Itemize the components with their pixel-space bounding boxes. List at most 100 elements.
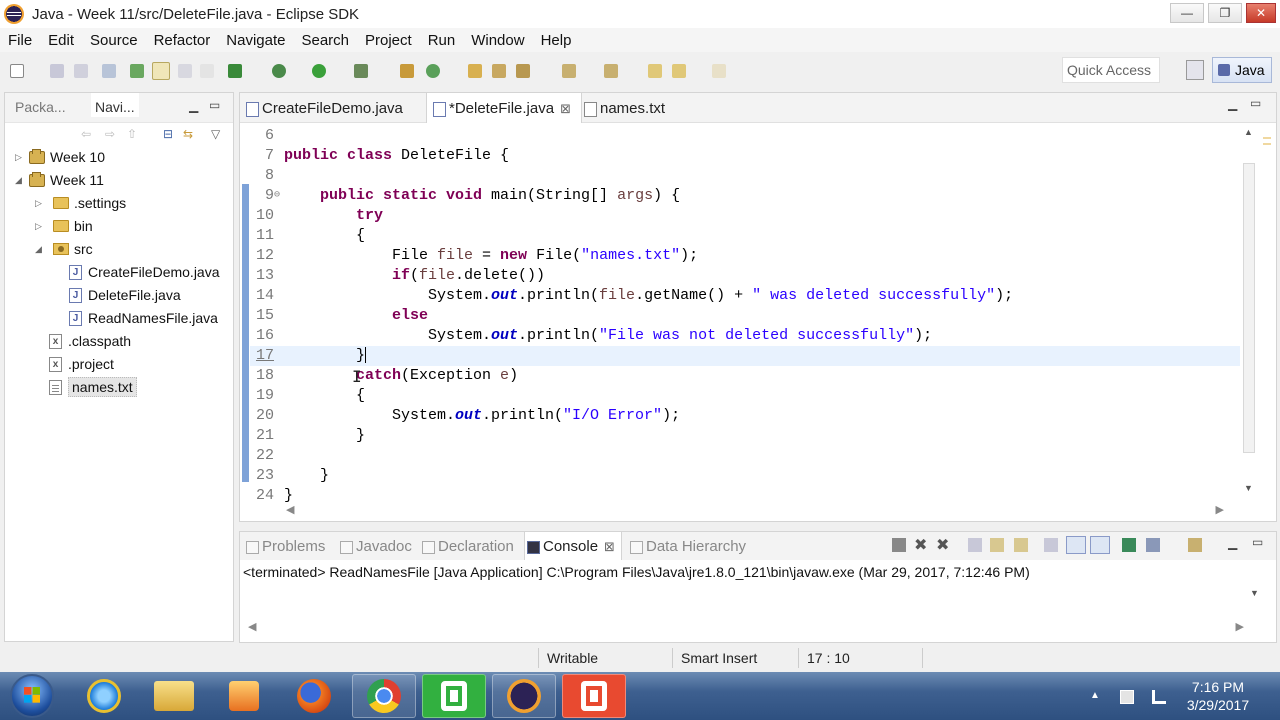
word-wrap-icon[interactable] — [1014, 538, 1028, 552]
pin-console-icon[interactable] — [1066, 536, 1086, 554]
next-annotation-icon[interactable] — [562, 64, 576, 78]
menu-source[interactable]: Source — [90, 32, 138, 49]
expand-icon[interactable]: ▷ — [15, 152, 22, 163]
maximize-view-icon[interactable]: ▭ — [1252, 535, 1263, 549]
expand-icon[interactable]: ▷ — [35, 198, 42, 209]
menu-run[interactable]: Run — [428, 32, 456, 49]
open-perspective-icon[interactable] — [1186, 60, 1204, 80]
tab-createfiledemo[interactable]: CreateFileDemo.java — [240, 93, 413, 123]
firefox-icon[interactable] — [282, 674, 346, 718]
internet-explorer-icon[interactable] — [72, 674, 136, 718]
minimize-editor-icon[interactable]: ▁ — [1228, 97, 1237, 111]
fold-icon[interactable]: ⊖ — [274, 186, 280, 206]
tree-item-createfiledemo[interactable]: J CreateFileDemo.java — [69, 262, 220, 282]
tab-data-hierarchy[interactable]: Data Hierarchy — [628, 538, 746, 555]
chrome-icon[interactable] — [352, 674, 416, 718]
menu-project[interactable]: Project — [365, 32, 412, 49]
minimize-view-icon[interactable]: ▁ — [1228, 536, 1237, 550]
tab-problems[interactable]: Problems — [244, 538, 325, 555]
terminate-icon[interactable] — [892, 538, 906, 552]
console-horizontal-scrollbar[interactable]: ◀ ▶ — [244, 620, 1244, 636]
maximize-editor-icon[interactable]: ▭ — [1250, 96, 1261, 110]
new-java-project-icon[interactable] — [400, 64, 414, 78]
scroll-up-icon[interactable]: ▲ — [1244, 127, 1253, 137]
tree-item-project[interactable]: x .project — [49, 354, 114, 374]
view-menu-icon[interactable]: ▽ — [211, 127, 220, 141]
toggle-mark-occurrences-icon[interactable] — [152, 62, 170, 80]
eclipse-taskbar-icon[interactable] — [492, 674, 556, 718]
open-folder-icon[interactable] — [468, 64, 482, 78]
scrollbar-thumb[interactable] — [1243, 163, 1255, 453]
expand-icon[interactable]: ▷ — [35, 221, 42, 232]
java-perspective-button[interactable]: Java — [1212, 57, 1272, 83]
tree-item-deletefile[interactable]: J DeleteFile.java — [69, 285, 181, 305]
tree-item-src[interactable]: ◢ src — [35, 239, 93, 259]
collapse-icon[interactable]: ◢ — [15, 175, 22, 186]
up-nav-icon[interactable]: ⇧ — [127, 127, 137, 141]
tab-package-explorer[interactable]: Packa... — [15, 99, 66, 115]
file-explorer-icon[interactable] — [142, 674, 206, 718]
start-button-icon[interactable] — [10, 674, 54, 718]
close-button[interactable]: ✕ — [1246, 3, 1276, 23]
power-icon[interactable] — [1120, 690, 1134, 704]
tab-declaration[interactable]: Declaration — [420, 538, 514, 555]
new-icon[interactable] — [10, 64, 24, 78]
link-with-editor-icon[interactable]: ⇆ — [183, 127, 193, 141]
tab-deletefile[interactable]: *DeleteFile.java ⊠ — [426, 93, 582, 123]
save-icon[interactable] — [50, 64, 64, 78]
run-icon[interactable] — [312, 64, 326, 78]
save-all-icon[interactable] — [74, 64, 88, 78]
scroll-right-icon[interactable]: ▶ — [1236, 620, 1244, 633]
close-tab-icon[interactable]: ⊠ — [560, 101, 571, 116]
maximize-view-icon[interactable]: ▭ — [209, 98, 220, 112]
open-task-icon[interactable] — [492, 64, 506, 78]
tree-item-classpath[interactable]: x .classpath — [49, 331, 131, 351]
media-player-icon[interactable] — [212, 674, 276, 718]
scroll-down-icon[interactable]: ▼ — [1250, 588, 1259, 598]
forward-icon[interactable] — [712, 64, 726, 78]
tree-item-week-10[interactable]: ▷ Week 10 — [15, 147, 105, 167]
editor-vertical-scrollbar[interactable]: ▲ ▼ — [1240, 123, 1258, 499]
last-edit-location-icon[interactable] — [648, 64, 662, 78]
scroll-right-icon[interactable]: ▶ — [1216, 503, 1224, 516]
minimize-view-icon[interactable]: ▁ — [189, 99, 198, 113]
network-icon[interactable] — [1152, 690, 1166, 704]
show-on-output-icon[interactable] — [1044, 538, 1058, 552]
tab-navigator[interactable]: Navi... — [91, 93, 139, 117]
remove-all-launches-icon[interactable]: ✖ — [936, 535, 950, 554]
collapse-icon[interactable]: ◢ — [35, 244, 42, 255]
tree-item-names-txt[interactable]: names.txt — [49, 377, 137, 397]
display-console-icon[interactable] — [1090, 536, 1110, 554]
display-selected-console-icon[interactable] — [1146, 538, 1160, 552]
menu-edit[interactable]: Edit — [48, 32, 74, 49]
block-selection-icon[interactable] — [178, 64, 192, 78]
new-console-view-icon[interactable] — [1188, 538, 1202, 552]
previous-annotation-icon[interactable] — [604, 64, 618, 78]
tab-console[interactable]: Console ⊠ — [524, 532, 622, 560]
external-tools-icon[interactable] — [354, 64, 368, 78]
tree-item-settings[interactable]: ▷ .settings — [35, 193, 126, 213]
tree-item-bin[interactable]: ▷ bin — [35, 216, 93, 236]
menu-file[interactable]: File — [8, 32, 32, 49]
coverage-icon[interactable] — [272, 64, 286, 78]
skip-breakpoints-icon[interactable] — [102, 64, 116, 78]
forward-nav-icon[interactable]: ⇨ — [105, 127, 115, 141]
show-hidden-icons-icon[interactable]: ▲ — [1090, 690, 1104, 704]
show-whitespace-icon[interactable] — [200, 64, 214, 78]
menu-window[interactable]: Window — [471, 32, 524, 49]
tab-javadoc[interactable]: Javadoc — [338, 538, 412, 555]
editor-horizontal-scrollbar[interactable]: ◀ ▶ — [280, 503, 1230, 519]
close-tab-icon[interactable]: ⊠ — [604, 539, 615, 554]
restore-button[interactable]: ❐ — [1208, 3, 1242, 23]
back-nav-icon[interactable]: ⇦ — [81, 127, 91, 141]
menu-search[interactable]: Search — [301, 32, 349, 49]
debug-icon[interactable] — [228, 64, 242, 78]
scroll-lock-icon[interactable] — [990, 538, 1004, 552]
tab-names-txt[interactable]: names.txt — [578, 93, 675, 123]
open-console-icon[interactable] — [1122, 538, 1136, 552]
tree-item-readnamesfile[interactable]: J ReadNamesFile.java — [69, 308, 218, 328]
menu-help[interactable]: Help — [541, 32, 572, 49]
remove-launch-icon[interactable]: ✖ — [914, 535, 928, 554]
menu-refactor[interactable]: Refactor — [154, 32, 211, 49]
search-icon[interactable] — [516, 64, 530, 78]
